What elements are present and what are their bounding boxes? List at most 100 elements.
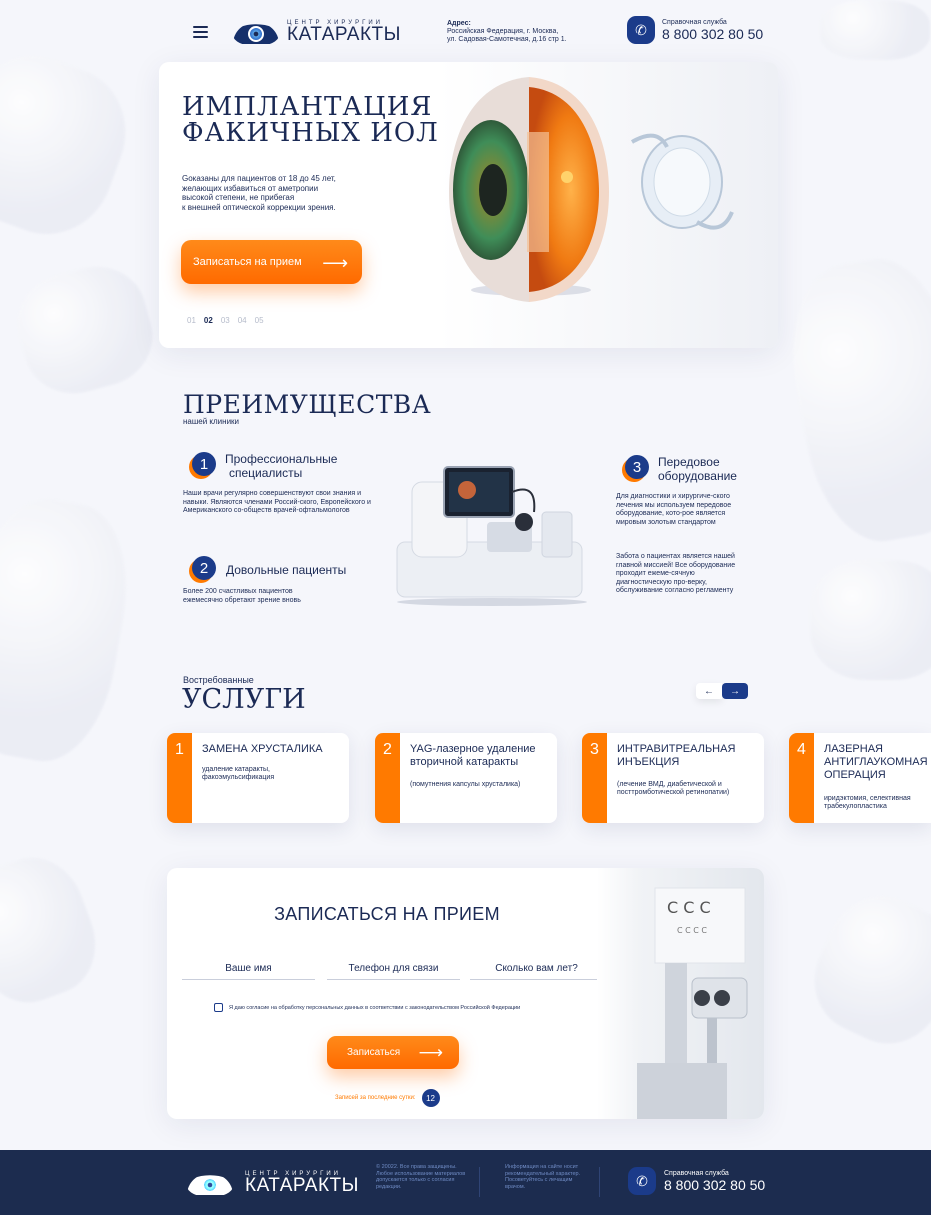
service-card-2[interactable]: 2 YAG-лазерное удаление вторичной катара… <box>375 733 557 823</box>
submit-label: Записаться <box>347 1047 401 1058</box>
hero-text-line-2: желающих избавиться от аметропии <box>182 183 319 193</box>
eye-logo-icon <box>233 18 279 46</box>
service-card-3[interactable]: 3 ИНТРАВИТРЕАЛЬНАЯ ИНЪЕКЦИЯ (лечение ВМД… <box>582 733 764 823</box>
hotline-phone[interactable]: 8 800 302 80 50 <box>662 26 763 42</box>
footer-hotline-label: Справочная служба <box>664 1169 729 1177</box>
slide-dot-1[interactable]: 01 <box>187 316 196 325</box>
services-slider-nav: ← → <box>696 683 748 699</box>
background-lens-decor <box>0 488 142 772</box>
service-title: YAG-лазерное удаление вторичной катаракт… <box>410 743 536 768</box>
advantage-heading-3-line-1: Передовое <box>658 455 720 469</box>
footer-hotline-phone[interactable]: 8 800 302 80 50 <box>664 1177 765 1193</box>
appointments-counter: Записей за последние сутки: 12 <box>335 1089 440 1107</box>
header-address: Адрес: Российская Федерация, г. Москва, … <box>447 20 587 44</box>
services-title: УСЛУГИ <box>182 684 306 715</box>
advantage-text-1: Наши врачи регулярно совершенствуют свои… <box>183 490 371 514</box>
footer-hotline[interactable]: ✆ Справочная служба 8 800 302 80 50 <box>628 1167 765 1195</box>
footer-disclaimer: Информация на сайте носит рекомендательн… <box>505 1164 581 1190</box>
logo-title: КАТАРАКТЫ <box>287 24 401 45</box>
address-label: Адрес: <box>447 20 471 27</box>
consent-row: Я даю согласие на обработку персональных… <box>214 1003 520 1012</box>
service-number: 4 <box>789 733 814 823</box>
footer-copyright: © 20022. Все права защищены. Любое испол… <box>376 1164 466 1190</box>
hero-title: ИМПЛАНТАЦИЯ ФАКИЧНЫХ ИОЛ <box>182 94 439 146</box>
cta-label: Записаться на прием <box>193 256 302 268</box>
slide-dot-2[interactable]: 02 <box>204 316 213 325</box>
arrow-left-icon[interactable]: ← <box>696 683 722 699</box>
footer-logo-title: КАТАРАКТЫ <box>245 1175 359 1196</box>
service-description: удаление катаракты, факоэмульсификация <box>202 766 275 781</box>
background-lens-decor <box>776 248 931 552</box>
advantage-number-1: 1 <box>192 452 216 476</box>
site-header: ЦЕНТР ХИРУРГИИ КАТАРАКТЫ Адрес: Российск… <box>0 16 931 52</box>
service-description: (помутнения капсулы хрусталика) <box>410 781 521 788</box>
phone-field[interactable] <box>327 958 460 980</box>
hero-banner: ИМПЛАНТАЦИЯ ФАКИЧНЫХ ИОЛ Gоказаны для па… <box>159 62 778 348</box>
background-lens-decor <box>810 560 931 680</box>
service-card-1[interactable]: 1 ЗАМЕНА ХРУСТАЛИКА удаление катаракты, … <box>167 733 349 823</box>
advantage-heading-2: Довольные пациенты <box>226 563 347 577</box>
book-appointment-button[interactable]: Записаться на прием ⟶ <box>181 240 362 284</box>
appointment-form: ЗАПИСАТЬСЯ НА ПРИЕМ Я даю согласие на об… <box>167 868 764 1119</box>
menu-icon[interactable] <box>193 26 208 38</box>
advantage-text-3: Для диагностики и хирургиче-ского лечени… <box>616 493 732 526</box>
advantage-number-2: 2 <box>192 556 216 580</box>
address-line-2: ул. Садовая-Самотечная, д.16 стр 1. <box>447 36 567 43</box>
hero-text-line-3: высокой степени, не прибегая <box>182 193 295 202</box>
service-card-4[interactable]: 4 ЛАЗЕРНАЯ АНТИГЛАУКОМНАЯ ОПЕРАЦИЯ иридэ… <box>789 733 931 823</box>
counter-value: 12 <box>421 1089 440 1107</box>
footer-divider <box>479 1167 480 1197</box>
slide-pagination: 01 02 03 04 05 <box>187 316 264 325</box>
service-title: ИНТРАВИТРЕАЛЬНАЯ ИНЪЕКЦИЯ <box>617 743 736 768</box>
slide-dot-5[interactable]: 05 <box>255 316 264 325</box>
footer-divider <box>599 1167 600 1197</box>
background-lens-decor <box>0 843 111 1017</box>
background-lens-decor <box>0 37 145 253</box>
slide-dot-4[interactable]: 04 <box>238 316 247 325</box>
consent-text: Я даю согласие на обработку персональных… <box>229 1004 521 1011</box>
hero-description: Gоказаны для пациентов от 18 до 45 лет, … <box>182 174 392 212</box>
arrow-right-icon: ⟶ <box>418 1043 443 1062</box>
consent-checkbox[interactable] <box>214 1003 223 1012</box>
advantage-number-3: 3 <box>625 455 649 479</box>
advantages-subtitle: нашей клиники <box>183 417 240 426</box>
advantage-text-2: Более 200 счастливых пациентов ежемесячн… <box>183 588 301 604</box>
svg-text:C C C: C C C <box>667 898 711 917</box>
phone-icon[interactable]: ✆ <box>628 1167 656 1195</box>
form-title: ЗАПИСАТЬСЯ НА ПРИЕМ <box>274 904 500 924</box>
advantage-heading-3: Передовое оборудование <box>658 455 737 483</box>
advantage-heading-1-line-2: специалисты <box>229 466 303 480</box>
counter-label: Записей за последние сутки: <box>335 1095 416 1101</box>
submit-button[interactable]: Записаться ⟶ <box>327 1036 459 1069</box>
advantage-heading-1: Профессиональные специалисты <box>225 452 337 480</box>
service-title: ЛАЗЕРНАЯ АНТИГЛАУКОМНАЯ ОПЕРАЦИЯ <box>824 743 928 781</box>
header-hotline[interactable]: ✆ Справочная служба 8 800 302 80 50 <box>627 16 763 44</box>
service-title: ЗАМЕНА ХРУСТАЛИКА <box>202 743 323 755</box>
hotline-label: Справочная служба <box>662 18 727 26</box>
hero-text-line-1: Gоказаны для пациентов от 18 до 45 лет, <box>182 174 336 183</box>
clinic-equipment-photo: C C C C C C C <box>597 868 764 1119</box>
advantages-title: ПРЕИМУЩЕСТВА <box>183 390 432 419</box>
service-description: (лечение ВМД, диабетической и посттромбо… <box>617 781 730 796</box>
background-lens-decor <box>6 255 164 405</box>
eye-anatomy-illustration <box>449 77 609 302</box>
ophthalmic-equipment-illustration <box>396 466 587 606</box>
background-lens-decor <box>796 879 931 1061</box>
name-field[interactable] <box>182 958 315 980</box>
phone-icon[interactable]: ✆ <box>627 16 655 44</box>
service-description: иридэктомия, селективная трабекулопласти… <box>824 795 911 810</box>
advantage-text-3b: Забота о пациентах является нашей главно… <box>616 553 736 594</box>
hero-title-line-2: ФАКИЧНЫХ ИОЛ <box>182 118 439 148</box>
service-number: 1 <box>167 733 192 823</box>
arrow-right-icon: ⟶ <box>322 253 348 273</box>
slide-dot-3[interactable]: 03 <box>221 316 230 325</box>
hero-text-line-4: к внешней оптической коррекции зрения. <box>182 202 336 212</box>
address-line-1: Российская Федерация, г. Москва, <box>447 28 559 35</box>
footer-logo[interactable]: ЦЕНТР ХИРУРГИИ КАТАРАКТЫ <box>187 1169 359 1197</box>
svg-text:C C C C: C C C C <box>677 926 707 935</box>
service-number: 3 <box>582 733 607 823</box>
age-field[interactable] <box>470 958 603 980</box>
lens-illustration <box>630 133 734 230</box>
arrow-right-icon[interactable]: → <box>722 683 748 699</box>
site-logo[interactable]: ЦЕНТР ХИРУРГИИ КАТАРАКТЫ <box>233 18 401 46</box>
